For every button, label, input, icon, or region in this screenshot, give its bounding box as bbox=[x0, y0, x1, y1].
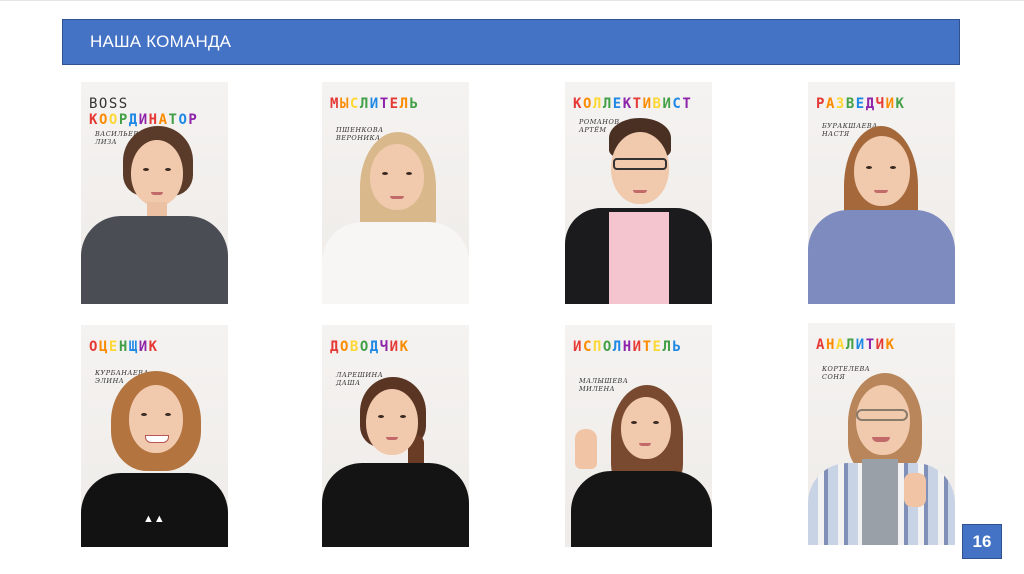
team-card-5: ОЦЕНЩИК КУРБАНАЕВА ЭЛИНА ▲▲ bbox=[81, 325, 228, 547]
person-photo bbox=[808, 323, 955, 545]
page-number: 16 bbox=[962, 524, 1002, 559]
team-card-2: МЫСЛИТЕЛЬ ПШЕНКОВА ВЕРОНИКА bbox=[322, 82, 469, 304]
title-bar: НАША КОМАНДА bbox=[62, 19, 960, 65]
team-card-4: РАЗВЕДЧИК БУРАКШАЕВА НАСТЯ bbox=[808, 82, 955, 304]
team-card-1: BOSS КООРДИНАТОР ВАСИЛЬЕВА ЛИЗА bbox=[81, 82, 228, 304]
person-photo bbox=[322, 325, 469, 547]
page-title: НАША КОМАНДА bbox=[90, 32, 232, 51]
person-photo bbox=[565, 325, 712, 547]
team-card-8: АНАЛИТИК КОРТЕЛЕВА СОНЯ bbox=[808, 323, 955, 545]
person-photo bbox=[322, 82, 469, 304]
person-photo bbox=[565, 82, 712, 304]
top-divider bbox=[0, 0, 1024, 1]
team-card-6: ДОВОДЧИК ЛАРЕШИНА ДАША bbox=[322, 325, 469, 547]
person-photo bbox=[808, 82, 955, 304]
person-photo bbox=[81, 82, 228, 304]
person-photo: ▲▲ bbox=[81, 325, 228, 547]
team-card-7: ИСПОЛНИТЕЛЬ МАЛЫШЕВА МИЛЕНА bbox=[565, 325, 712, 547]
team-card-3: КОЛЛЕКТИВИСТ РОМАНОВ АРТЁМ bbox=[565, 82, 712, 304]
